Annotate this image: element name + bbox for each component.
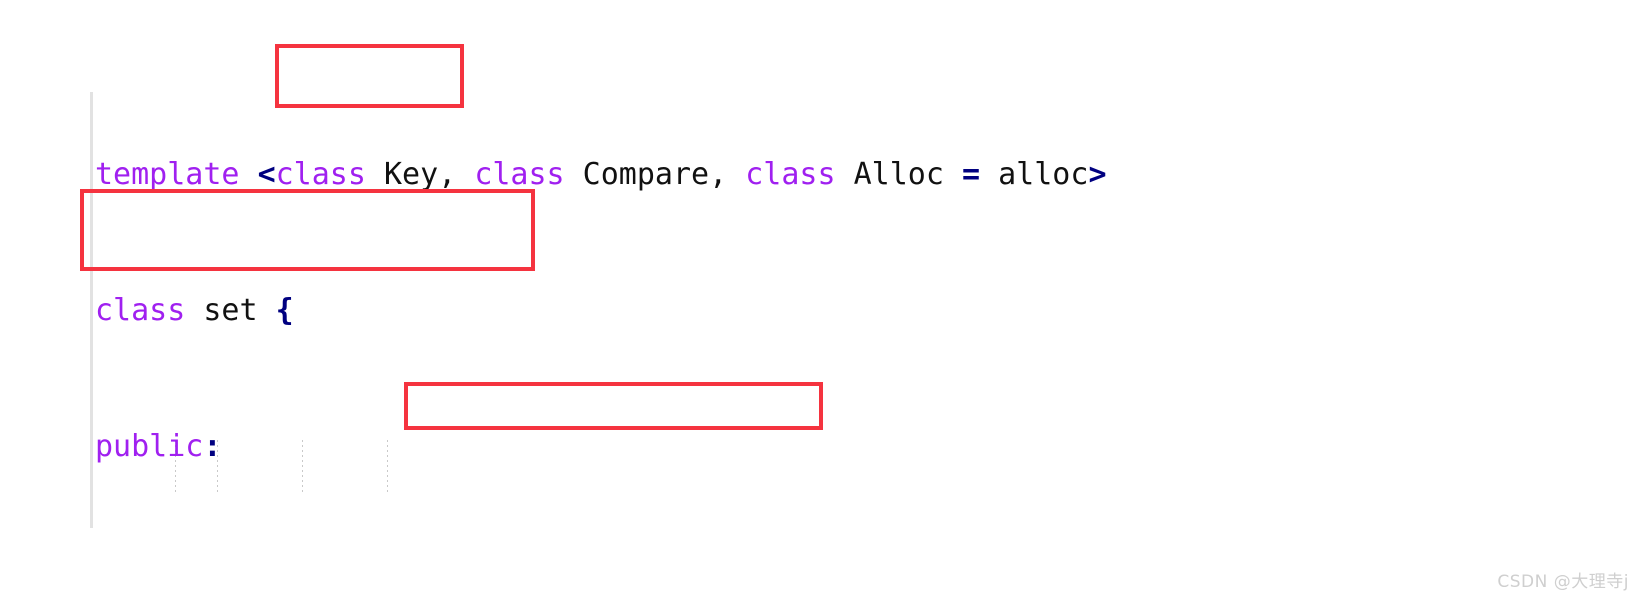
token-equals: = [962, 157, 981, 192]
token-identifier-set: set [185, 293, 276, 328]
token-brace-open: { [275, 293, 294, 328]
token-keyword-class: class [95, 293, 186, 328]
token-keyword-public: public [95, 429, 204, 464]
token-colon: : [203, 429, 222, 464]
code-line-comment-typedefs-clipped: // typedefs: [95, 170, 795, 190]
code-line-public-2-clipped: public: [95, 506, 795, 528]
csdn-watermark: CSDN @大理寺j [1497, 572, 1629, 592]
token-identifier-alloc-default: alloc [980, 157, 1089, 192]
code-line-public-1: public: [95, 430, 1595, 464]
code-line-class-set: class set { [95, 294, 1595, 328]
token-angle-close: > [1088, 157, 1107, 192]
screenshot-root: template <class Key, class Compare, clas… [0, 0, 1637, 598]
indent-guide-primary [90, 92, 93, 528]
token-identifier-alloc: Alloc [835, 157, 962, 192]
